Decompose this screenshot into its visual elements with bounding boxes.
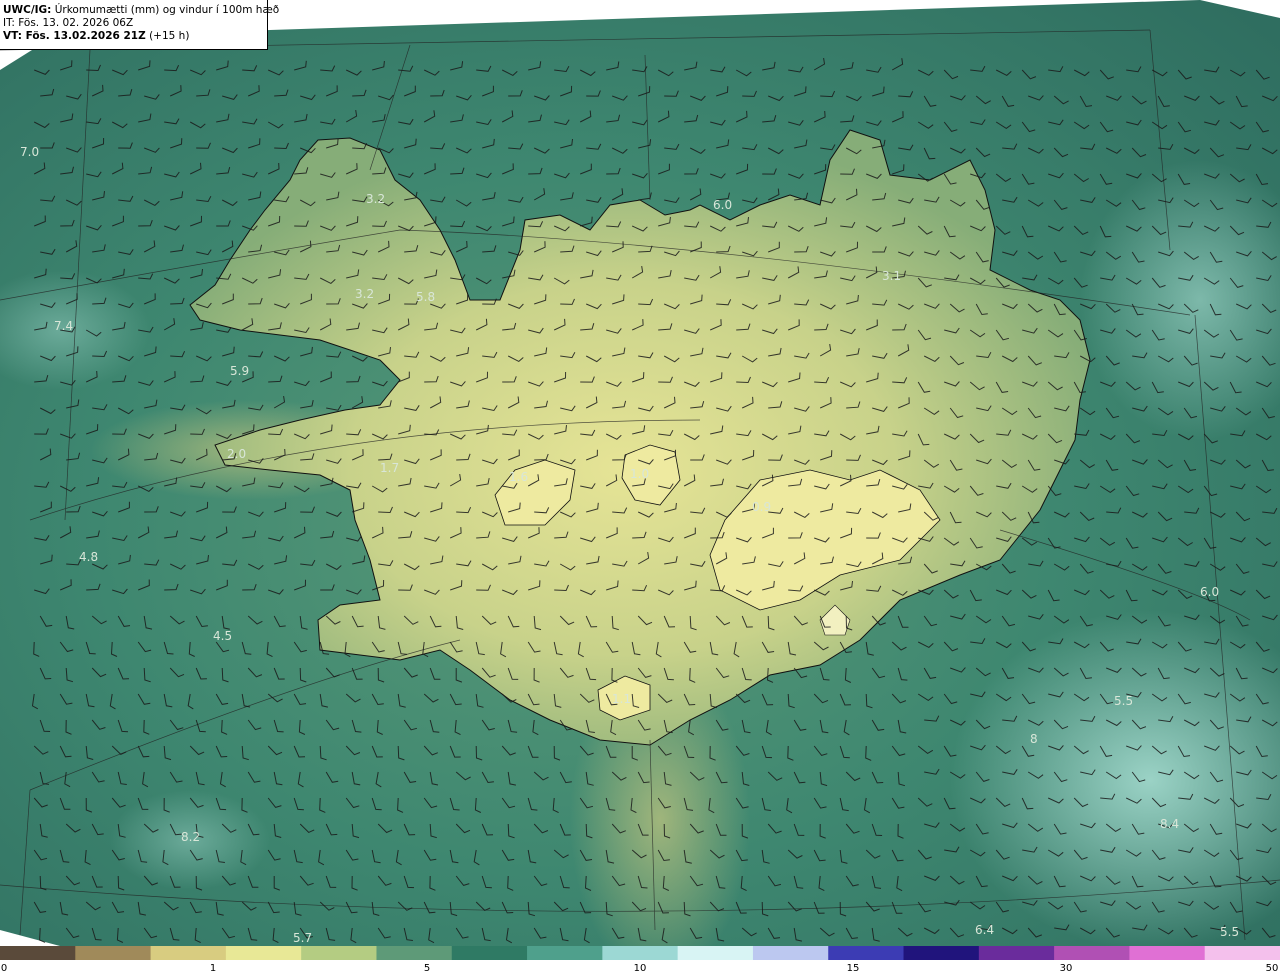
value-label: 1.7 xyxy=(380,461,399,475)
weather-map: 7.0 3.2 6.0 3.1 3.2 5.8 7.4 5.9 2.0 1.7 … xyxy=(0,0,1280,946)
value-label: 6.0 xyxy=(713,198,732,212)
value-label: 8 xyxy=(1030,732,1038,746)
product-description: Úrkomumætti (mm) og vindur í 100m hæð xyxy=(51,4,280,16)
colorbar-tick-label: 5 xyxy=(423,963,431,974)
value-label: 6.0 xyxy=(1200,585,1219,599)
initial-time: IT: Fös. 13. 02. 2026 06Z xyxy=(3,17,267,30)
colorbar-segment xyxy=(1054,946,1130,960)
value-label: 0.9 xyxy=(752,500,771,514)
value-label: 5.7 xyxy=(293,931,312,945)
value-label: 5.5 xyxy=(1220,925,1239,939)
value-label: 5.9 xyxy=(230,364,249,378)
colorbar-segment xyxy=(602,946,679,960)
colorbar-segment xyxy=(527,946,603,960)
colorbar-segment xyxy=(225,946,302,960)
product-code: UWC/IG: xyxy=(3,4,52,16)
colorbar-segment xyxy=(978,946,1055,960)
colorbar-tick-label: 50 xyxy=(1265,963,1279,974)
colorbar-tick-label: 10 xyxy=(633,963,647,974)
value-label: 3.2 xyxy=(366,192,385,206)
colorbar-segment xyxy=(150,946,227,960)
colorbar-segment xyxy=(677,946,754,960)
colorbar-segment xyxy=(1129,946,1206,960)
colorbar-ticks: 0 1 5 10 15 30 50 xyxy=(0,960,1280,978)
colorbar-segment xyxy=(752,946,829,960)
colorbar-segment xyxy=(1204,946,1280,960)
value-label: 6.4 xyxy=(975,923,994,937)
colorbar-tick-label: 1 xyxy=(209,963,217,974)
colorbar-segment xyxy=(0,946,76,960)
forecast-lead: (+15 h) xyxy=(145,30,190,42)
colorbar-segment xyxy=(828,946,905,960)
value-label: 8.2 xyxy=(181,830,200,844)
valid-time-value: VT: Fös. 13.02.2026 21Z xyxy=(3,30,146,42)
value-label: 2.0 xyxy=(227,447,246,461)
value-label: 7.0 xyxy=(20,145,39,159)
colorbar-segment xyxy=(903,946,980,960)
valid-time: VT: Fös. 13.02.2026 21Z (+15 h) xyxy=(3,30,267,43)
colorbar xyxy=(0,946,1280,960)
colorbar-segment xyxy=(301,946,377,960)
value-label: 8.4 xyxy=(1160,817,1179,831)
value-label: 1.1 xyxy=(612,692,631,706)
colorbar-segment xyxy=(451,946,528,960)
colorbar-segment xyxy=(75,946,152,960)
value-label: 3.1 xyxy=(882,269,901,283)
colorbar-tick-label: 30 xyxy=(1059,963,1073,974)
colorbar-segment xyxy=(376,946,453,960)
value-label: 5.5 xyxy=(1114,694,1133,708)
colorbar-tick-label: 15 xyxy=(846,963,860,974)
colorbar-tick-label: 0 xyxy=(0,963,8,974)
value-label: 5.8 xyxy=(416,290,435,304)
initial-time-value: Fös. 13. 02. 2026 06Z xyxy=(14,17,134,29)
initial-time-prefix: IT: xyxy=(3,17,15,29)
value-label: 4.8 xyxy=(79,550,98,564)
value-label: 1.0 xyxy=(630,467,649,481)
map-info-box: UWC/IG: Úrkomumætti (mm) og vindur í 100… xyxy=(0,0,279,50)
value-label: 3.2 xyxy=(355,287,374,301)
product-title: UWC/IG: Úrkomumætti (mm) og vindur í 100… xyxy=(3,4,279,17)
value-label: 1.6 xyxy=(509,470,528,484)
value-label: 4.5 xyxy=(213,629,232,643)
value-label: 7.4 xyxy=(54,319,73,333)
